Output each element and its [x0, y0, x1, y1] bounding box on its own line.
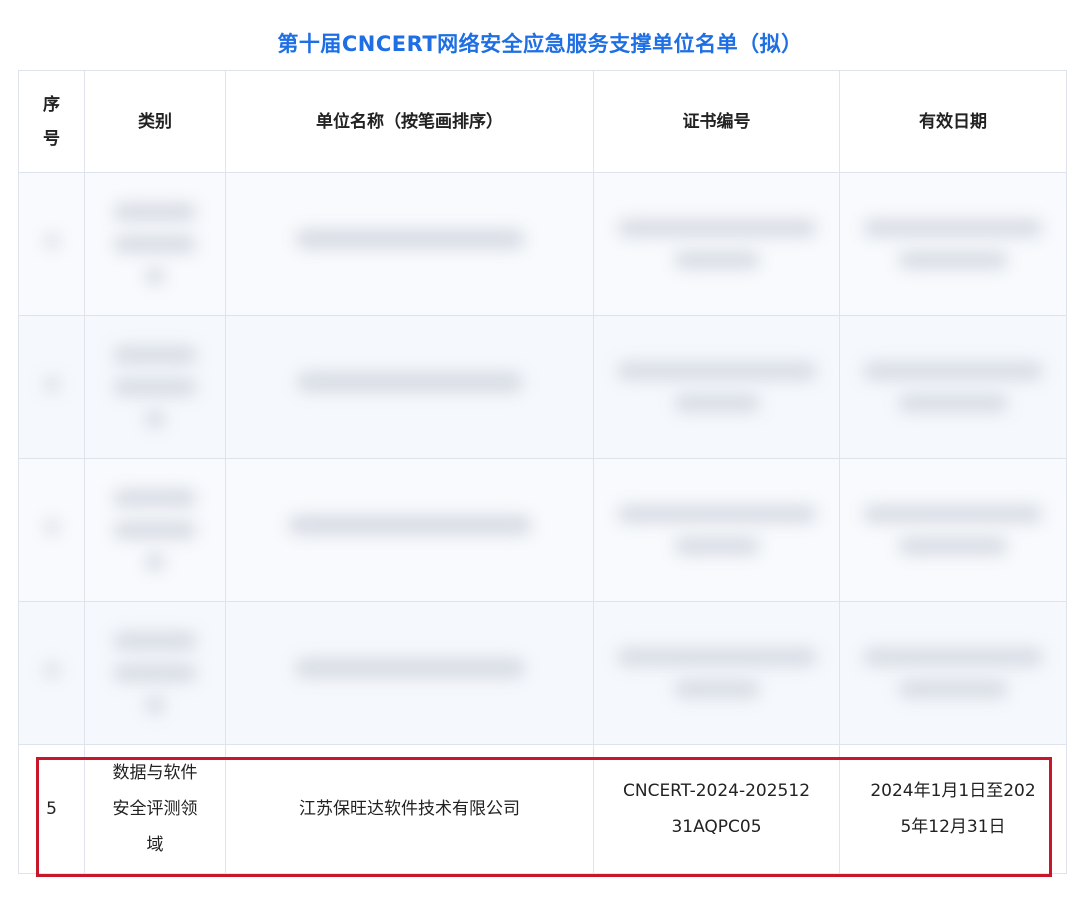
row-valid-date: 2024年1月1日至202 5年12月31日 [839, 744, 1067, 874]
row-seq: 5 [18, 744, 85, 874]
blurred-seq-cell [18, 601, 85, 745]
blurred-seq-cell [18, 458, 85, 602]
row-category-line2: 安全评测领 [112, 799, 198, 819]
blurred-valid-date-cell [839, 458, 1067, 602]
blurred-valid-date-cell [839, 315, 1067, 459]
table-row-blurred [18, 315, 1067, 459]
row-valid-date-line2: 5年12月31日 [900, 817, 1006, 837]
blurred-seq-cell [18, 315, 85, 459]
blurred-cert-no-cell [593, 458, 840, 602]
blurred-category-cell [84, 315, 226, 459]
header-valid-date: 有效日期 [839, 70, 1067, 173]
table-title: 第十届CNCERT网络安全应急服务支撑单位名单（拟） [277, 32, 803, 56]
table-header-row: 序 号 类别 单位名称（按笔画排序） 证书编号 有效日期 [18, 70, 1067, 173]
header-unit-name: 单位名称（按笔画排序） [225, 70, 594, 173]
blurred-cert-no-cell [593, 315, 840, 459]
blurred-valid-date-cell [839, 601, 1067, 745]
row-cert-no: CNCERT-2024-202512 31AQPC05 [593, 744, 840, 874]
header-cert-no: 证书编号 [593, 70, 840, 173]
blurred-cert-no-cell [593, 601, 840, 745]
blurred-unit-name-cell [225, 315, 594, 459]
header-seq-line1: 序 [43, 94, 60, 115]
table-row-blurred [18, 172, 1067, 316]
blurred-category-cell [84, 601, 226, 745]
support-unit-table: 序 号 类别 单位名称（按笔画排序） 证书编号 有效日期 5 数据与软件 安全评… [18, 70, 1067, 874]
blurred-unit-name-cell [225, 601, 594, 745]
row-category-line1: 数据与软件 [112, 763, 198, 783]
blurred-category-cell [84, 458, 226, 602]
header-seq: 序 号 [18, 70, 85, 173]
blurred-category-cell [84, 172, 226, 316]
header-seq-line2: 号 [43, 128, 60, 149]
table-row-blurred [18, 601, 1067, 745]
row-unit-name: 江苏保旺达软件技术有限公司 [225, 744, 594, 874]
row-category-line3: 域 [146, 835, 164, 855]
header-category: 类别 [84, 70, 226, 173]
row-category: 数据与软件 安全评测领 域 [84, 744, 226, 874]
blurred-cert-no-cell [593, 172, 840, 316]
row-cert-no-line2: 31AQPC05 [671, 817, 762, 837]
blurred-seq-cell [18, 172, 85, 316]
table-row: 5 数据与软件 安全评测领 域 江苏保旺达软件技术有限公司 CNCERT-202… [18, 744, 1067, 874]
row-cert-no-line1: CNCERT-2024-202512 [622, 781, 811, 801]
blurred-valid-date-cell [839, 172, 1067, 316]
blurred-unit-name-cell [225, 458, 594, 602]
blurred-unit-name-cell [225, 172, 594, 316]
row-valid-date-line1: 2024年1月1日至202 [870, 781, 1036, 801]
table-row-blurred [18, 458, 1067, 602]
